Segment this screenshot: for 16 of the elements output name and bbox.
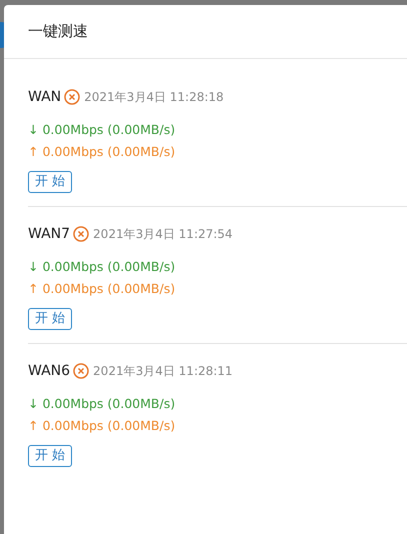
timestamp: 2021年3月4日 11:28:18 bbox=[84, 89, 224, 106]
line-name: WAN6 bbox=[28, 362, 70, 380]
download-speed: ↓ 0.00Mbps (0.00MB/s) bbox=[28, 395, 176, 413]
upload-speed: ↑ 0.00Mbps (0.00MB/s) bbox=[28, 417, 176, 435]
start-button[interactable]: 开 始 bbox=[28, 308, 72, 330]
upload-speed: ↑ 0.00Mbps (0.00MB/s) bbox=[28, 280, 176, 298]
timestamp: 2021年3月4日 11:27:54 bbox=[93, 226, 233, 243]
download-speed: ↓ 0.00Mbps (0.00MB/s) bbox=[28, 258, 176, 276]
line-name: WAN7 bbox=[28, 224, 70, 244]
line-name: WAN bbox=[28, 88, 62, 106]
dialog-title: 一键测速 bbox=[28, 21, 88, 42]
start-button[interactable]: 开 始 bbox=[28, 445, 72, 467]
download-speed: ↓ 0.00Mbps (0.00MB/s) bbox=[28, 121, 176, 139]
start-button[interactable]: 开 始 bbox=[28, 171, 72, 193]
upload-speed: ↑ 0.00Mbps (0.00MB/s) bbox=[28, 143, 176, 161]
timestamp: 2021年3月4日 11:28:11 bbox=[93, 363, 233, 380]
